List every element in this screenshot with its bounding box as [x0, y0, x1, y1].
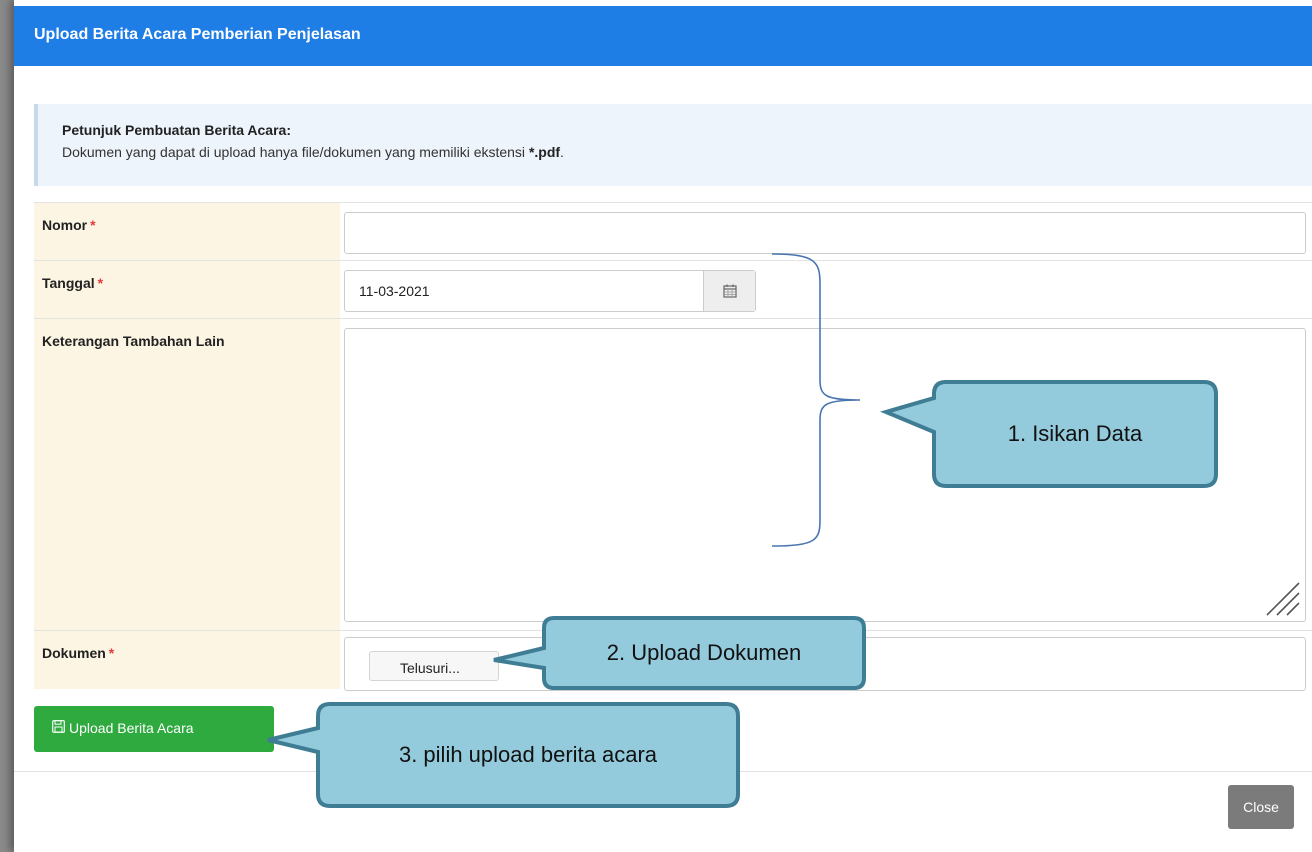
callout-upload-dokumen-text: 2. Upload Dokumen [606, 640, 802, 665]
callout-isi-data-text: 1. Isikan Data [1007, 421, 1143, 446]
callout-pilih-upload-text: 3. pilih upload berita acara [398, 742, 658, 767]
bracket-shape [771, 253, 861, 547]
